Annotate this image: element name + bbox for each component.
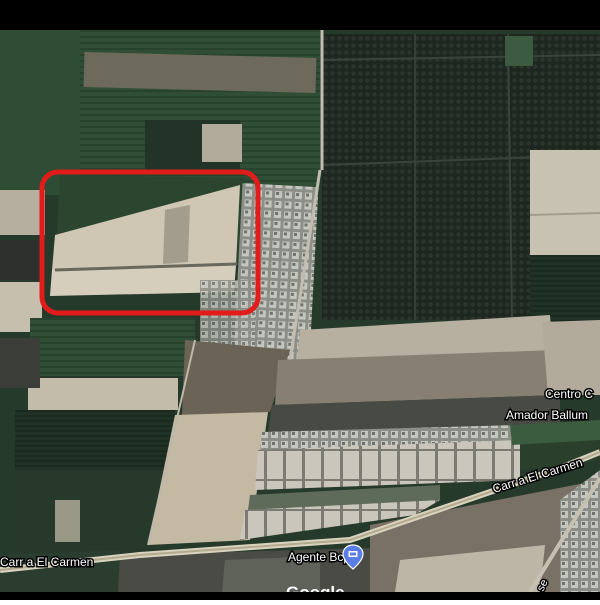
frame-bottom — [0, 592, 600, 600]
place-label-line2: Amador Ballum — [506, 408, 588, 422]
map-view[interactable]: Carr a El Carmen Carr a El Carmen Centro… — [0, 0, 600, 603]
poi-label: Agente Bcp — [288, 550, 350, 564]
frame-top — [0, 0, 600, 30]
road-label-west: Carr a El Carmen — [0, 555, 93, 569]
satellite-map[interactable]: Carr a El Carmen Carr a El Carmen Centro… — [0, 0, 600, 603]
place-label-line1: Centro C — [545, 387, 593, 401]
